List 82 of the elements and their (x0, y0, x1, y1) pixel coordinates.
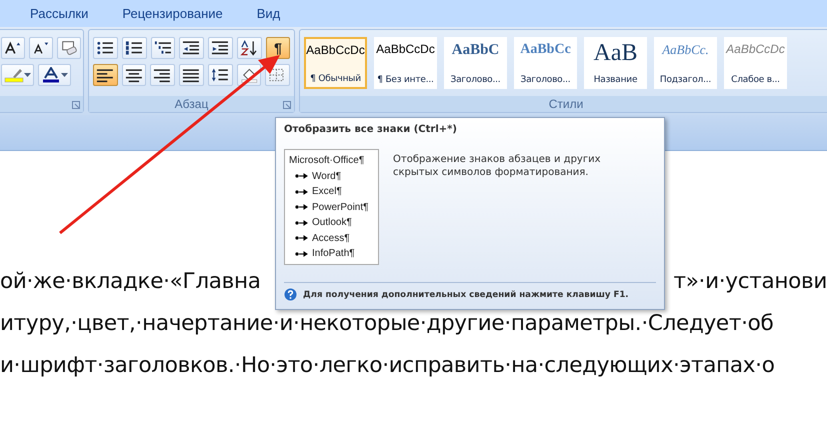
style-name: Слабое в... (731, 75, 780, 85)
sort-icon (240, 40, 259, 56)
shading-icon (240, 67, 258, 83)
style-sample: AaBbC (452, 42, 500, 59)
style-tile[interactable]: AaB Название (584, 37, 647, 89)
style-name: ¶ Без инте... (377, 75, 434, 85)
ribbon-tab[interactable]: Рецензирование (120, 2, 225, 25)
align-center-button[interactable] (122, 64, 146, 86)
style-tile[interactable]: AaBbCcDc ¶ Без инте... (374, 37, 437, 89)
style-tile[interactable]: AaBbCcDc ¶ Обычный (304, 37, 367, 89)
align-right-icon (153, 67, 172, 83)
pilcrow-button[interactable]: ¶ (266, 37, 290, 59)
style-tile[interactable]: AaBbCcDc Слабое в... (724, 37, 787, 89)
preview-item: InfoPath¶ (312, 248, 355, 259)
bullet-arrow-icon (295, 235, 308, 241)
preview-item: PowerPoint¶ (312, 202, 369, 212)
bullets-button[interactable] (93, 37, 118, 59)
tooltip-title: Отобразить все знаки (Ctrl+*) (284, 124, 458, 135)
clear-icon (60, 40, 78, 56)
shrink-icon (32, 40, 50, 56)
bullet-arrow-icon (295, 173, 308, 179)
style-sample: AaB (594, 42, 638, 64)
bullet-arrow-icon (295, 188, 308, 194)
style-sample: AaBbCcDc (376, 42, 435, 56)
style-tile[interactable]: AaBbCc Заголово... (514, 37, 577, 89)
multilevel-button[interactable] (150, 37, 176, 59)
line-spacing-button[interactable] (208, 64, 233, 86)
style-name: ¶ Обычный (310, 74, 361, 84)
justify-button[interactable] (179, 64, 204, 86)
style-sample: AaBbCcDc (306, 43, 365, 57)
preview-item: Outlook¶ (312, 217, 352, 228)
tooltip-footer: Для получения дополнительных сведений нажмите клавишу F1. (303, 290, 629, 300)
bullet-arrow-icon (295, 250, 308, 256)
outdent-icon (182, 40, 202, 56)
align-center-icon (124, 67, 144, 83)
numbering-button[interactable] (122, 37, 147, 59)
group-label: Абзац (174, 97, 208, 111)
group-label: Стили (548, 97, 584, 111)
bullet-arrow-icon (295, 220, 308, 226)
preview-item: Word¶ (312, 170, 342, 182)
ribbon-tab[interactable]: Вид (254, 2, 282, 25)
style-name: Заголово... (450, 75, 500, 85)
preview-item: Access¶ (312, 232, 350, 244)
multilevel-icon (154, 40, 172, 56)
caret-icon (61, 73, 68, 77)
document-text: т»·и·установи (673, 269, 827, 296)
shrink-button[interactable] (29, 37, 53, 59)
style-name: Подзагол... (660, 75, 712, 85)
style-tile[interactable]: AaBbC Заголово... (444, 37, 507, 89)
style-sample: AaBbCc (520, 42, 571, 58)
clear-button[interactable] (57, 37, 81, 59)
font-color-icon (41, 67, 61, 83)
indent-icon (211, 40, 230, 56)
style-sample: AaBbCcDc (726, 42, 785, 56)
font-color-button[interactable] (38, 64, 71, 86)
style-name: Название (594, 75, 638, 85)
align-right-button[interactable] (150, 64, 176, 86)
align-left-icon (96, 67, 115, 83)
preview-item: Excel¶ (312, 186, 342, 197)
style-sample: AaBbCc. (662, 42, 709, 58)
style-name: Заголово... (520, 75, 570, 85)
grow-icon (4, 40, 22, 56)
line-spacing-icon (210, 67, 230, 83)
highlight-icon (4, 67, 24, 83)
document-text: ой·же·вкладке·«Главна (0, 269, 261, 296)
help-icon (284, 288, 297, 301)
document-text: и·шрифт·заголовков.·Но·это·легко·исправить·на·следующих·этапах·о (0, 353, 775, 380)
caret-icon (24, 73, 31, 77)
preview-heading: Microsoft·Office¶ (289, 155, 366, 166)
justify-icon (182, 67, 201, 83)
outdent-button[interactable] (179, 37, 204, 59)
document-text: итуру,·цвет,·начертание·и·некоторые·другие·параметры.·Следует·об (0, 311, 774, 338)
ribbon-tab[interactable]: Рассылки (28, 2, 90, 25)
bullets-icon (96, 40, 115, 56)
sort-button[interactable] (237, 37, 262, 59)
numbering-icon (124, 40, 144, 56)
style-tile[interactable]: AaBbCc. Подзагол... (654, 37, 717, 89)
tooltip-description: Отображение знаков абзацев и других скрытых символов форматирования. (393, 153, 602, 180)
align-left-button[interactable] (93, 64, 118, 86)
bullet-arrow-icon (295, 204, 308, 210)
indent-button[interactable] (208, 37, 234, 59)
grow-button[interactable] (1, 37, 25, 59)
